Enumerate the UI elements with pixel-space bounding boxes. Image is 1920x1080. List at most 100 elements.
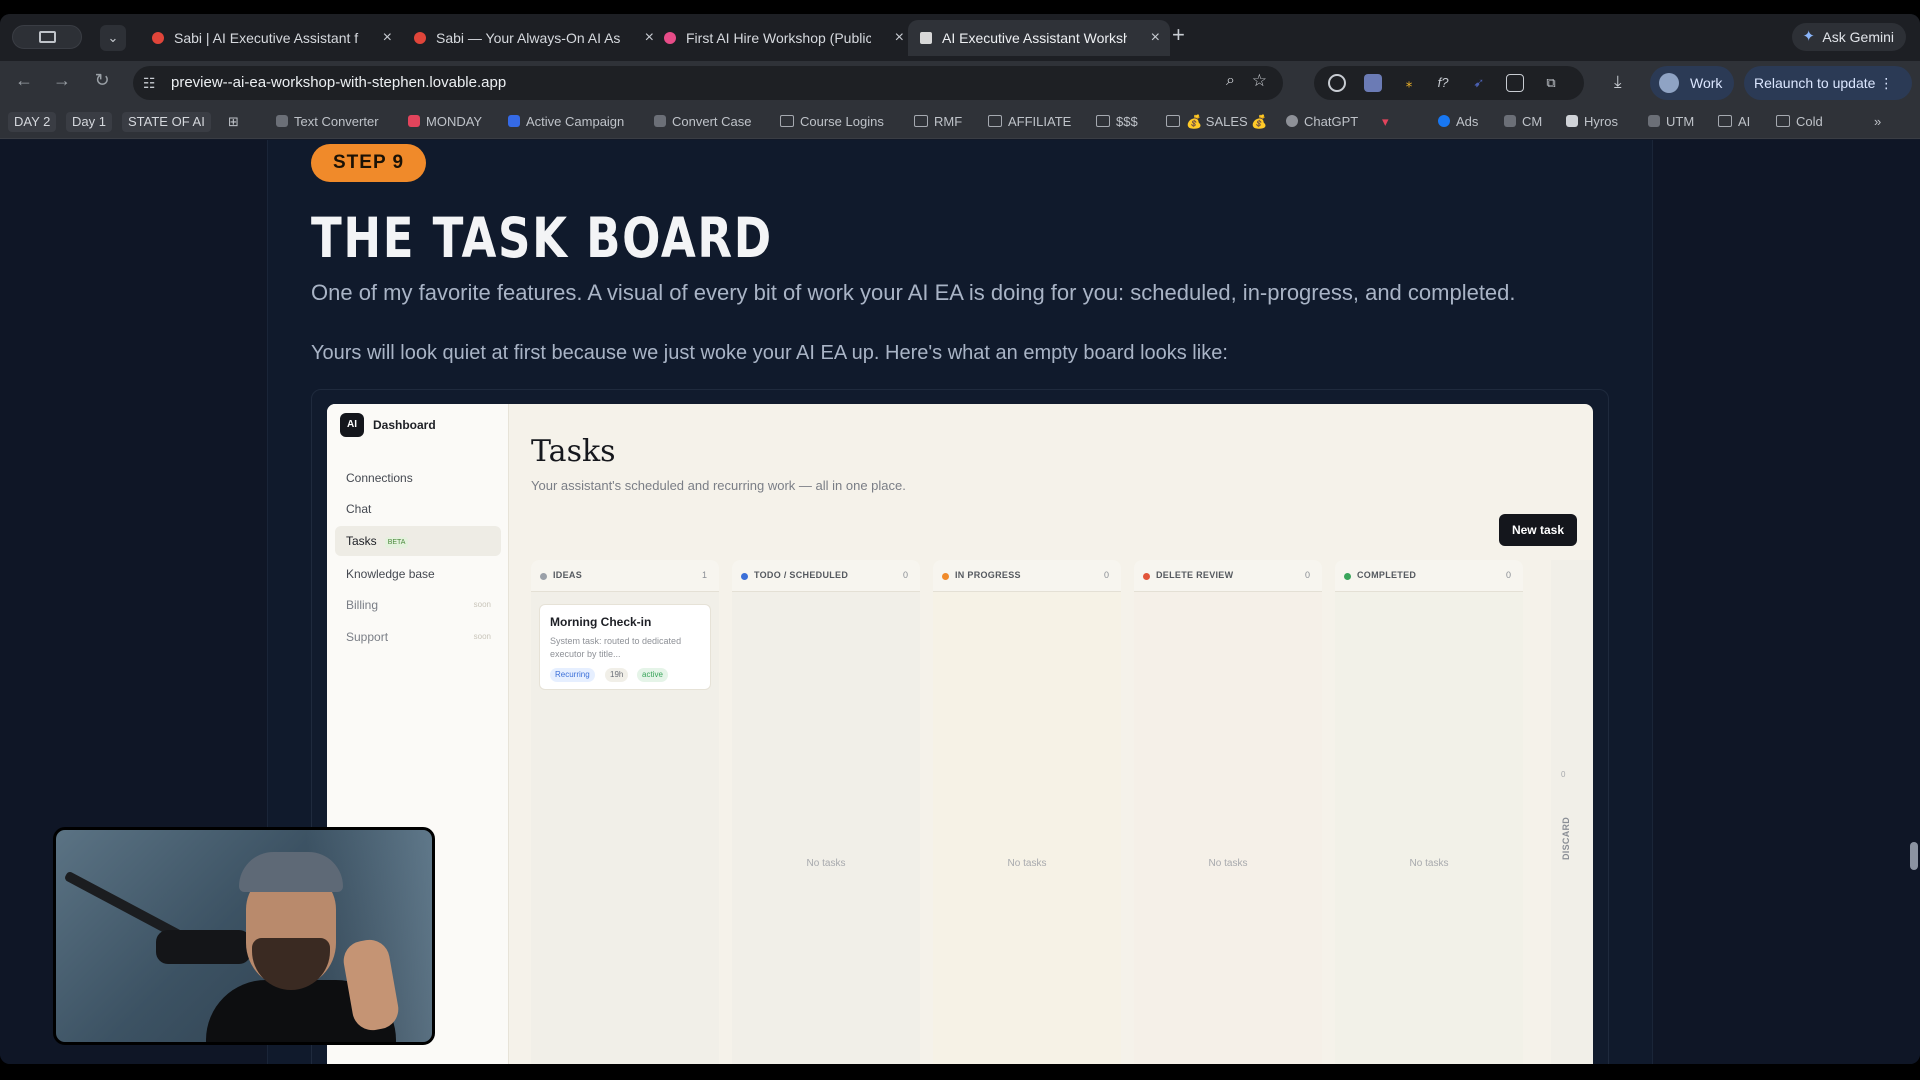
sidebar-item-chat[interactable]: Chat — [335, 494, 501, 524]
zoom-icon[interactable]: ⌕ — [1226, 72, 1235, 90]
close-icon[interactable]: × — [1151, 20, 1160, 56]
apps-grid-icon[interactable]: ⊞ — [228, 112, 239, 132]
formula-extension-icon[interactable]: f? — [1434, 74, 1452, 92]
bookmark-label: Convert Case — [672, 114, 752, 129]
sidebar-item-support[interactable]: Support soon — [335, 622, 501, 652]
tab-ai-ea-workshop[interactable]: AI Executive Assistant Worksh × — [908, 20, 1170, 56]
puzzle-extensions-icon[interactable]: ⧉ — [1542, 74, 1560, 92]
bookmark-rmf[interactable]: RMF — [914, 112, 962, 132]
intro-paragraph: One of my favorite features. A visual of… — [311, 280, 1516, 305]
extension-icon[interactable]: ⁎ — [1400, 74, 1418, 92]
tab-strip: ⌄ Sabi | AI Executive Assistant f × Sabi… — [0, 14, 1920, 61]
sidebar-item-label: Tasks — [346, 534, 377, 548]
new-tab-button[interactable]: + — [1172, 22, 1185, 48]
close-icon[interactable]: × — [895, 20, 904, 56]
bookmark-utm[interactable]: UTM — [1648, 112, 1694, 132]
bookmark-label: ChatGPT — [1304, 114, 1359, 129]
tab-first-ai-hire[interactable]: First AI Hire Workshop (Public × — [652, 20, 914, 56]
empty-state: No tasks — [1007, 858, 1047, 869]
column-count: 0 — [1304, 570, 1310, 580]
bookmark-day-2[interactable]: DAY 2 — [8, 112, 57, 132]
ask-gemini-button[interactable]: ✦ Ask Gemini — [1792, 23, 1906, 51]
bookmark-money[interactable]: $$$ — [1096, 112, 1138, 132]
bookmark-label: RMF — [934, 114, 963, 129]
bookmark-favicon-icon — [1648, 115, 1660, 127]
bookmarks-bar: DAY 2 Day 1 STATE OF AI ⊞ Text Converter… — [0, 105, 1920, 139]
reload-icon[interactable]: ↻ — [90, 70, 114, 91]
bookmark-active-campaign[interactable]: Active Campaign — [508, 112, 624, 132]
more-bookmarks-icon[interactable]: » — [1874, 112, 1881, 132]
dashboard-logo: AI — [340, 413, 364, 437]
bookmark-convert-case[interactable]: Convert Case — [654, 112, 751, 132]
column-delete-review: DELETE REVIEW 0 No tasks — [1134, 560, 1322, 1064]
extension-icon[interactable] — [1506, 74, 1524, 92]
tab-sabi-always-on[interactable]: Sabi — Your Always-On AI As × — [402, 20, 664, 56]
bookmark-label: $$$ — [1116, 114, 1138, 129]
page-scrollbar[interactable] — [1910, 842, 1918, 870]
sidebar-item-knowledge-base[interactable]: Knowledge base — [335, 559, 501, 589]
folder-icon — [914, 115, 928, 127]
bookmark-ads[interactable]: Ads — [1438, 112, 1478, 132]
triangle-down-icon: ▾ — [1382, 114, 1389, 129]
bookmark-favicon-icon — [408, 115, 420, 127]
more-vert-icon[interactable]: ⋮ — [1879, 75, 1893, 91]
folder-icon — [1096, 115, 1110, 127]
empty-state: No tasks — [1208, 858, 1248, 869]
sidebar-item-billing[interactable]: Billing soon — [335, 590, 501, 620]
bookmark-cm[interactable]: CM — [1504, 112, 1542, 132]
meta-icon — [1438, 115, 1450, 127]
status-dot-icon — [540, 573, 547, 580]
column-count: 0 — [1103, 570, 1109, 580]
microphone — [156, 930, 251, 964]
dashboard-main: Tasks Your assistant's scheduled and rec… — [509, 404, 1593, 1064]
bookmark-affiliate[interactable]: AFFILIATE — [988, 112, 1071, 132]
address-bar[interactable]: ☷ preview--ai-ea-workshop-with-stephen.l… — [133, 66, 1283, 100]
avatar — [1659, 73, 1679, 93]
column-name: TODO / SCHEDULED — [754, 570, 849, 580]
task-card[interactable]: Morning Check-in System task: routed to … — [539, 604, 711, 690]
column-ideas: IDEAS 1 Morning Check-in System task: ro… — [531, 560, 719, 1064]
presenter-cap — [239, 852, 343, 892]
bookmark-hyros[interactable]: Hyros — [1566, 112, 1618, 132]
url-text[interactable]: preview--ai-ea-workshop-with-stephen.lov… — [171, 66, 506, 100]
dashboard-screenshot: AI Dashboard Connections Chat Tasks BETA … — [327, 404, 1593, 1064]
bookmark-label: Text Converter — [294, 114, 379, 129]
tab-list-dropdown[interactable]: ⌄ — [100, 25, 126, 51]
bookmark-star-icon[interactable]: ☆ — [1252, 71, 1267, 91]
sidebar-item-connections[interactable]: Connections — [335, 463, 501, 493]
bookmark-monday[interactable]: MONDAY — [408, 112, 482, 132]
bookmark-day-1[interactable]: Day 1 — [66, 112, 112, 132]
new-task-button[interactable]: New task — [1498, 514, 1577, 546]
back-arrow-icon[interactable]: ← — [12, 70, 36, 91]
bookmark-label: Cold — [1796, 114, 1823, 129]
password-manager-icon[interactable] — [1328, 74, 1346, 92]
extension-icon[interactable] — [1364, 74, 1382, 92]
column-header: IDEAS 1 — [531, 560, 719, 592]
profile-button[interactable]: Work — [1650, 66, 1734, 100]
column-completed: COMPLETED 0 No tasks — [1335, 560, 1523, 1064]
forward-arrow-icon[interactable]: → — [50, 70, 74, 91]
bookmark-cold[interactable]: Cold — [1776, 112, 1823, 132]
sidebar-item-tasks[interactable]: Tasks BETA — [335, 526, 501, 556]
column-discard[interactable]: 0 DISCARD — [1551, 560, 1593, 1064]
sidebar-item-label: Knowledge base — [346, 567, 435, 581]
download-icon[interactable]: ⤓ — [1614, 72, 1622, 92]
bookmark-favicon-icon — [654, 115, 666, 127]
close-icon[interactable]: × — [383, 20, 392, 56]
folder-icon — [1776, 115, 1790, 127]
bookmark-ai-folder[interactable]: AI — [1718, 112, 1750, 132]
bookmark-state-of-ai[interactable]: STATE OF AI — [122, 112, 211, 132]
bookmark-sales[interactable]: 💰 SALES 💰 — [1166, 112, 1268, 132]
relaunch-button[interactable]: Relaunch to update ⋮ — [1744, 66, 1912, 100]
ask-gemini-label: Ask Gemini — [1822, 29, 1894, 45]
extension-icon[interactable]: ➹ — [1470, 74, 1488, 92]
bookmark-chatgpt[interactable]: ChatGPT — [1286, 112, 1358, 132]
site-settings-icon[interactable]: ☷ — [143, 75, 156, 92]
bookmark-red-extension[interactable]: ▾ — [1382, 112, 1389, 132]
bookmark-text-converter[interactable]: Text Converter — [276, 112, 379, 132]
bookmark-course-logins[interactable]: Course Logins — [780, 112, 884, 132]
tab-search-button[interactable] — [12, 25, 82, 49]
gemini-icon: ✦ — [1802, 28, 1815, 45]
tab-sabi-assistant[interactable]: Sabi | AI Executive Assistant f × — [140, 20, 402, 56]
column-name: DISCARD — [1561, 816, 1571, 860]
